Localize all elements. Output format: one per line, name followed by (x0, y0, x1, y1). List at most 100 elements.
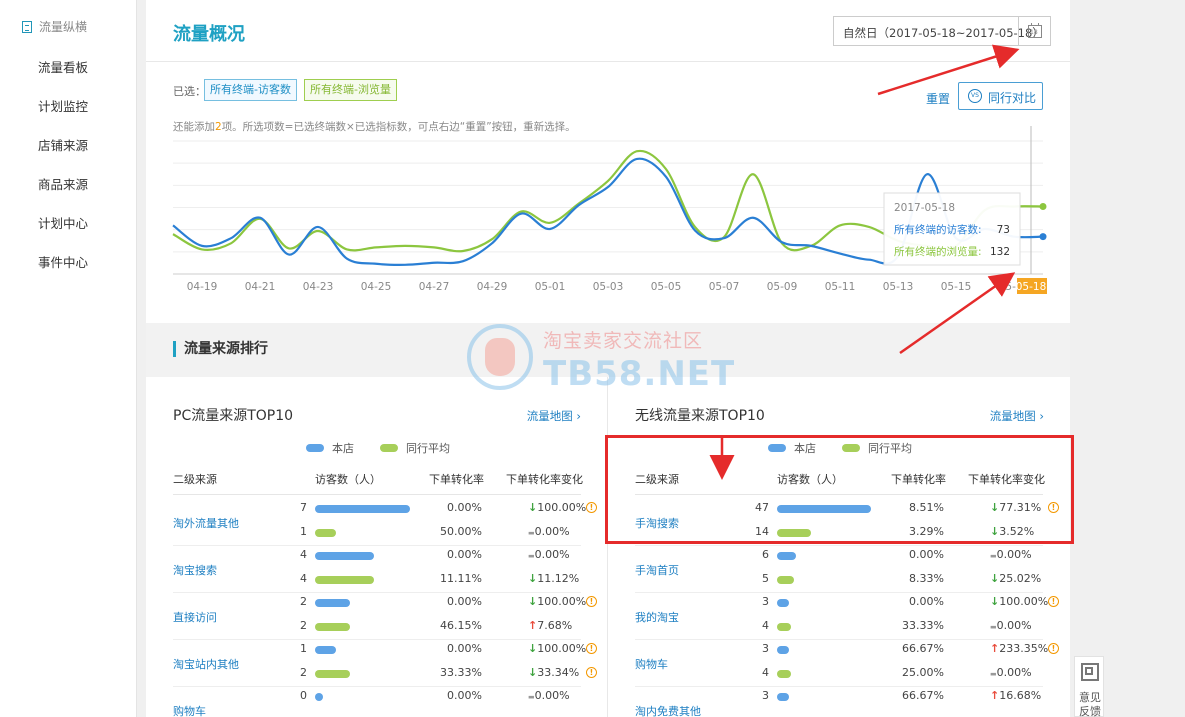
x-tick-label: 05-01 (535, 281, 566, 293)
own-conversion-change: ↓100.00% (528, 501, 586, 514)
own-conversion-rate: 66.67% (902, 642, 944, 655)
own-conversion-change: ↓100.00% (528, 642, 586, 655)
dash-icon: ▬ (990, 552, 997, 560)
x-tick-label: 05-18 (1016, 281, 1047, 293)
warning-icon[interactable]: ! (586, 667, 597, 678)
own-visitor-bar (315, 599, 350, 607)
document-icon (22, 20, 32, 33)
row-divider (635, 686, 1043, 687)
selected-label: 已选： (173, 85, 206, 98)
peer-visitor-bar (777, 670, 791, 678)
own-conversion-change: ↓100.00% (990, 595, 1048, 608)
pc-legend: 本店 同行平均 (306, 440, 450, 456)
sidebar-item-store-source[interactable]: 店铺来源 (38, 135, 88, 154)
watermark-hand-logo-icon (467, 324, 533, 390)
row-divider (173, 592, 581, 593)
change-value: 233.35% (999, 642, 1049, 655)
peer-visitor-bar (315, 623, 350, 631)
own-conversion-rate: 66.67% (902, 689, 944, 702)
col-header-visitors[interactable]: 访客数（人） (315, 471, 381, 487)
warning-icon[interactable]: ! (586, 596, 597, 607)
source-name-link[interactable]: 手淘首页 (635, 562, 679, 578)
arrow-down-icon: ↓ (528, 501, 538, 514)
selected-tag-pageviews[interactable]: 所有终端-浏览量 (304, 79, 397, 101)
peer-visitor-count: 4 (762, 619, 769, 632)
x-tick-label: 04-23 (303, 281, 334, 293)
peer-conversion-rate: 11.11% (440, 572, 482, 585)
own-visitor-bar (315, 552, 374, 560)
own-conversion-change: ↑233.35% (990, 642, 1048, 655)
sidebar-item-plan-monitor[interactable]: 计划监控 (38, 96, 88, 115)
pc-traffic-map-link[interactable]: 流量地图 › (527, 408, 581, 424)
calendar-button[interactable]: 18 (1018, 17, 1050, 45)
peer-compare-button[interactable]: VS 同行对比 (958, 82, 1043, 110)
legend-peer-label: 同行平均 (406, 442, 450, 455)
x-tick-label: 04-25 (361, 281, 392, 293)
change-value: 100.00% (537, 501, 587, 514)
watermark-en-text: TB58.NET (543, 354, 736, 394)
x-tick-label: 05-13 (883, 281, 914, 293)
date-range-picker[interactable]: 自然日（2017-05-18~2017-05-18） 18 (833, 16, 1051, 46)
source-name-link[interactable]: 淘宝站内其他 (173, 656, 239, 672)
own-visitor-count: 3 (762, 595, 769, 608)
row-divider (635, 592, 1043, 593)
trend-line-chart[interactable]: 04-19 04-21 04-23 04-25 04-27 04-29 05-01 05-03… (146, 126, 1070, 326)
tooltip-row-label: 所有终端的访客数: (894, 223, 982, 236)
arrow-up-icon: ↑ (990, 689, 1000, 702)
mobile-traffic-map-link[interactable]: 流量地图 › (990, 408, 1044, 424)
watermark-cn-text: 淘宝卖家交流社区 (543, 330, 704, 352)
own-visitor-count: 1 (300, 642, 307, 655)
peer-visitor-bar (315, 576, 374, 584)
source-name-link[interactable]: 我的淘宝 (635, 609, 679, 625)
warning-icon[interactable]: ! (1048, 596, 1059, 607)
warning-icon[interactable]: ! (1048, 643, 1059, 654)
pc-panel-title: PC流量来源TOP10 (173, 408, 294, 424)
dash-icon: ▬ (990, 670, 997, 678)
peer-visitor-count: 1 (300, 525, 307, 538)
col-header-change[interactable]: 下单转化率变化 (506, 471, 583, 487)
trend-chart-panel: 已选： 所有终端-访客数 所有终端-浏览量 重置 VS 同行对比 还能添加2项。… (146, 63, 1070, 323)
arrow-up-icon: ↑ (990, 642, 1000, 655)
own-visitor-bar (777, 693, 789, 701)
page-title: 流量概况 (173, 24, 245, 45)
reset-link[interactable]: 重置 (926, 90, 950, 107)
series-point-1[interactable] (1039, 202, 1047, 210)
sidebar-header-label: 流量纵横 (39, 20, 88, 34)
series-point-0[interactable] (1039, 233, 1047, 241)
x-tick-label: 04-29 (477, 281, 508, 293)
source-name-link[interactable]: 购物车 (635, 656, 668, 672)
source-name-link[interactable]: 淘内免费其他 (635, 703, 701, 717)
own-conversion-change: ↓100.00% (528, 595, 586, 608)
own-visitor-count: 3 (762, 689, 769, 702)
own-visitor-bar (777, 646, 789, 654)
x-tick-label: 04-21 (245, 281, 276, 293)
peer-visitor-bar (777, 623, 791, 631)
col-header-conversion[interactable]: 下单转化率 (429, 471, 484, 487)
selected-tag-visitors[interactable]: 所有终端-访客数 (204, 79, 297, 101)
own-visitor-bar (315, 693, 323, 701)
warning-icon[interactable]: ! (586, 502, 597, 513)
source-name-link[interactable]: 淘外流量其他 (173, 515, 239, 531)
peer-conversion-rate: 50.00% (440, 525, 482, 538)
sidebar-item-traffic-board[interactable]: 流量看板 (38, 57, 88, 76)
legend-own-swatch (306, 444, 324, 452)
row-divider (173, 545, 581, 546)
sidebar-header: 流量纵横 (22, 18, 87, 35)
source-name-link[interactable]: 购物车 (173, 703, 206, 717)
change-value: 0.00% (534, 689, 570, 702)
own-visitor-bar (315, 646, 336, 654)
watermark: 淘宝卖家交流社区 TB58.NET (465, 322, 734, 394)
source-name-link[interactable]: 直接访问 (173, 609, 217, 625)
feedback-widget[interactable]: 意见反馈 (1074, 656, 1104, 717)
own-conversion-change: ↑16.68% (990, 689, 1041, 702)
source-name-link[interactable]: 淘宝搜索 (173, 562, 217, 578)
own-conversion-change: ▬0.00% (990, 548, 1032, 561)
sidebar-item-event-center[interactable]: 事件中心 (38, 252, 88, 271)
warning-icon[interactable]: ! (586, 643, 597, 654)
peer-conversion-change: ↓11.12% (528, 572, 579, 585)
x-tick-label: 05-07 (709, 281, 740, 293)
sidebar-item-product-source[interactable]: 商品来源 (38, 174, 88, 193)
sidebar-item-plan-center[interactable]: 计划中心 (38, 213, 88, 232)
peer-visitor-bar (777, 576, 794, 584)
peer-visitor-bar (315, 670, 350, 678)
